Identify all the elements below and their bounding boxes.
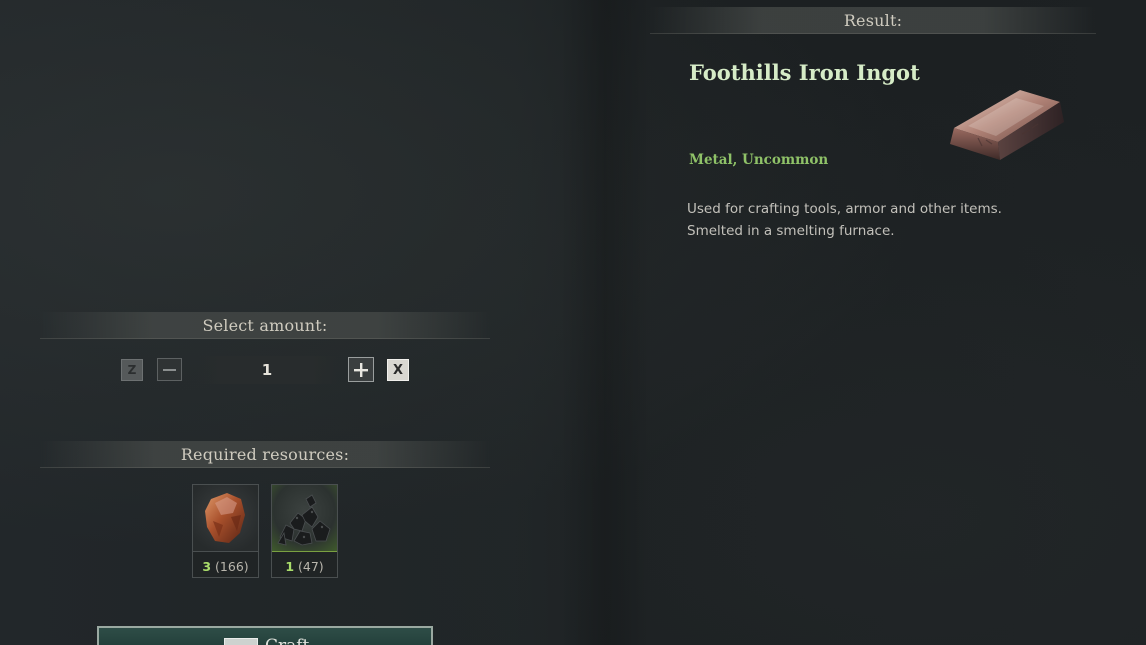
reset-key-label: Z: [127, 363, 137, 377]
max-amount-button[interactable]: X: [387, 359, 409, 381]
craft-button[interactable]: Craft: [97, 626, 433, 645]
result-item-description: Used for crafting tools, armor and other…: [687, 198, 1002, 242]
decrease-amount-button[interactable]: [157, 358, 182, 381]
resource-count: 3 (166): [193, 559, 258, 574]
reset-amount-button[interactable]: Z: [121, 359, 143, 381]
crafting-screen: Select amount: Z 1 X Required resources:: [0, 0, 1146, 645]
coal-icon: [277, 494, 331, 546]
resource-image: [272, 485, 337, 552]
description-line: Used for crafting tools, armor and other…: [687, 201, 1002, 217]
minus-icon: [163, 368, 176, 371]
resource-slot-iron-ore[interactable]: 3 (166): [192, 484, 259, 578]
owned-amount: (166): [215, 559, 249, 574]
panel-divider: [560, 0, 650, 645]
description-line: Smelted in a smelting furnace.: [687, 223, 895, 239]
required-resources-label: Required resources:: [180, 444, 350, 464]
craft-key-icon: [224, 638, 258, 645]
result-header: Result:: [650, 7, 1096, 34]
resource-image: [193, 485, 258, 552]
result-item-name: Foothills Iron Ingot: [689, 60, 920, 85]
iron-ore-icon: [205, 493, 245, 543]
required-resources-header: Required resources:: [40, 441, 490, 468]
increase-amount-button[interactable]: [348, 357, 374, 382]
amount-value: 1: [261, 361, 273, 379]
clear-key-label: X: [392, 362, 404, 378]
owned-amount: (47): [298, 559, 324, 574]
resource-slot-coal[interactable]: 1 (47): [271, 484, 338, 578]
select-amount-label: Select amount:: [202, 315, 328, 335]
amount-input[interactable]: 1: [196, 356, 338, 384]
select-amount-header: Select amount:: [40, 312, 490, 339]
plus-icon: [354, 362, 368, 377]
result-header-label: Result:: [843, 10, 903, 30]
result-item-category: Metal, Uncommon: [689, 152, 829, 168]
required-amount: 1: [285, 559, 295, 574]
resource-count: 1 (47): [272, 559, 337, 574]
craft-button-label: Craft: [265, 636, 309, 645]
required-amount: 3: [202, 559, 212, 574]
iron-ingot-icon: [950, 90, 1064, 160]
